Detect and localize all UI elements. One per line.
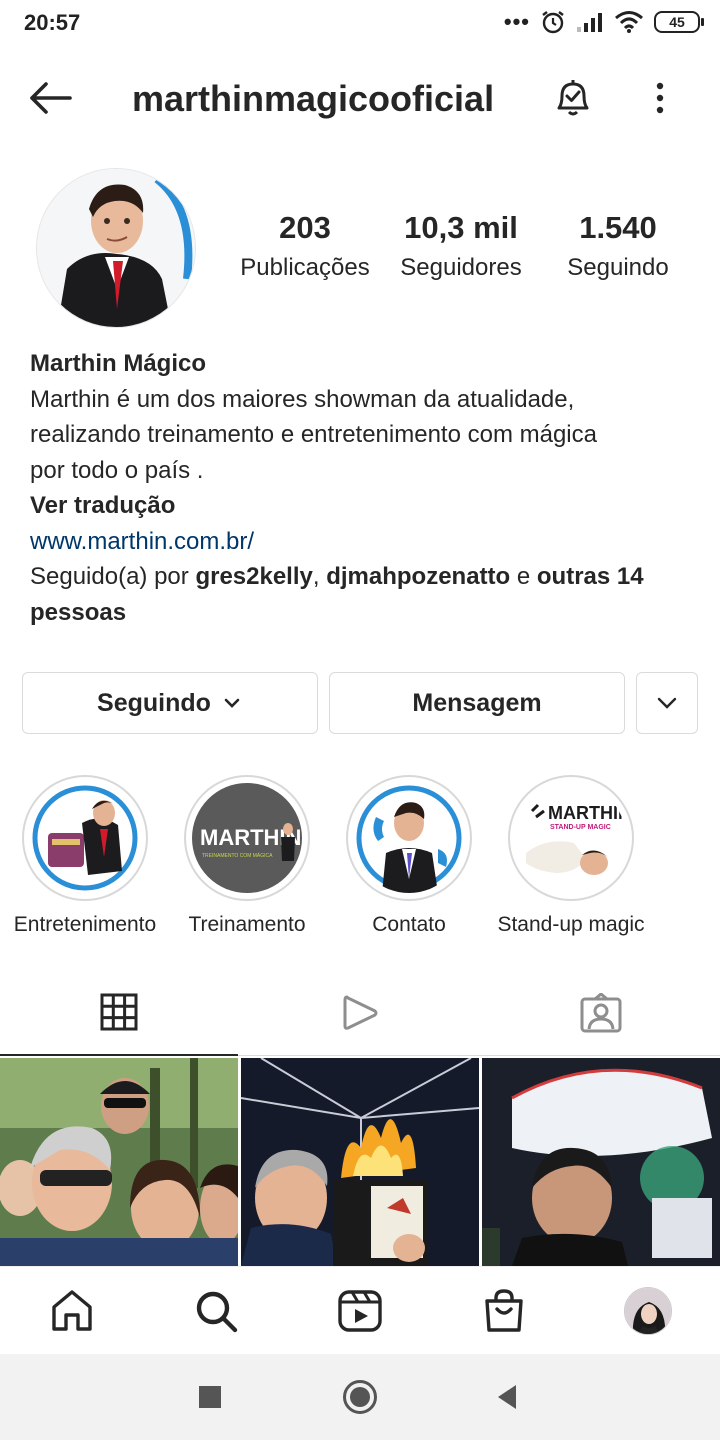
profile-bio: Marthin Mágico Marthin é um dos maiores … [30, 346, 700, 630]
followed-by-others-2: pessoas [30, 598, 127, 626]
bio-line-2: realizando treinamento e entretenimento … [30, 421, 597, 448]
followed-by-comma: , [312, 563, 327, 590]
wifi-icon [615, 11, 643, 33]
message-button-label: Mensagem [412, 688, 542, 717]
profile-avatar-tab[interactable] [624, 1287, 672, 1335]
tab-posts-grid[interactable] [0, 970, 238, 1056]
system-navigation-bar [0, 1354, 720, 1440]
following-button-label: Seguindo [97, 688, 211, 717]
chevron-down-icon [657, 697, 677, 709]
profile-avatar[interactable] [36, 168, 196, 328]
battery-level: 45 [669, 14, 685, 30]
follower-name-1: gres2kelly [195, 563, 313, 590]
notification-bell-icon[interactable] [550, 74, 596, 120]
recent-apps-icon[interactable] [198, 1385, 222, 1409]
highlight-ring [22, 775, 148, 901]
profile-username: marthinmagicooficial [132, 78, 495, 119]
posts-label: Publicações [240, 254, 370, 281]
highlight-caption: Treinamento [188, 913, 306, 936]
highlight-logo-subtext: TREINAMENTO COM MÁGICA [202, 852, 273, 859]
notification-dots-icon: ••• [503, 9, 530, 34]
stat-followers[interactable]: 10,3 mil Seguidores [392, 210, 530, 282]
posts-count: 203 [279, 210, 331, 245]
followed-by-and: e [510, 563, 537, 590]
home-icon[interactable] [48, 1287, 96, 1335]
highlight-caption: Contato [372, 913, 446, 936]
website-link[interactable]: www.marthin.com.br/ [30, 524, 700, 560]
highlight-logo-text: MARTHIN [548, 803, 626, 823]
posts-grid [0, 1058, 720, 1266]
profile-photo [37, 169, 195, 327]
followed-by-others: outras 14 [536, 563, 644, 590]
bio-line-3: por todo o país . [30, 456, 204, 484]
bottom-navigation [0, 1266, 720, 1354]
post-thumbnail[interactable] [241, 1058, 479, 1266]
highlight-standup-magic[interactable]: MARTHIN STAND-UP MAGIC Stand-up magic [486, 775, 656, 937]
see-translation-link[interactable]: Ver tradução [30, 492, 175, 519]
highlight-ring: MARTHIN TREINAMENTO COM MÁGICA [184, 775, 310, 901]
play-icon [343, 995, 378, 1030]
following-count: 1.540 [579, 210, 657, 245]
post-thumbnail[interactable] [0, 1058, 238, 1266]
followed-by-prefix: Seguido(a) por [30, 563, 196, 590]
status-time: 20:57 [24, 10, 81, 35]
highlight-entretenimento[interactable]: Entretenimento [0, 775, 170, 937]
stat-following[interactable]: 1.540 Seguindo [556, 210, 680, 282]
follower-name-2: djmahpozenatto [326, 563, 511, 590]
grid-icon [100, 993, 138, 1031]
highlight-cover [354, 783, 464, 893]
highlight-logo-subtext: STAND-UP MAGIC [550, 824, 611, 831]
avatar [625, 1288, 671, 1334]
reels-icon[interactable] [336, 1287, 384, 1335]
status-icons: ••• 45 [503, 8, 704, 36]
profile-tabs [0, 970, 720, 1056]
battery-indicator: 45 [654, 11, 704, 33]
followed-by[interactable]: Seguido(a) por gres2kelly, djmahpozenatt… [30, 559, 700, 595]
highlight-ring [346, 775, 472, 901]
highlight-cover: MARTHIN STAND-UP MAGIC [516, 783, 626, 893]
following-label: Seguindo [567, 254, 669, 281]
status-bar: 20:57 ••• 45 [0, 0, 720, 44]
tab-tagged[interactable] [482, 970, 720, 1056]
post-thumbnail[interactable] [482, 1058, 720, 1266]
shopping-bag-icon[interactable] [480, 1287, 528, 1335]
message-button[interactable]: Mensagem [329, 672, 625, 734]
followers-label: Seguidores [400, 254, 522, 281]
search-icon[interactable] [192, 1287, 240, 1335]
highlight-cover [30, 783, 140, 893]
bio-line-1: Marthin é um dos maiores showman da atua… [30, 385, 575, 413]
tab-reels[interactable] [241, 970, 479, 1056]
chevron-down-icon [224, 698, 240, 708]
back-triangle-icon[interactable] [496, 1384, 518, 1410]
suggestions-button[interactable] [636, 672, 698, 734]
profile-header: marthinmagicooficial [0, 60, 720, 136]
highlight-caption: Entretenimento [13, 913, 157, 936]
highlight-caption: Stand-up magic [497, 913, 645, 936]
back-arrow-icon[interactable] [26, 76, 74, 120]
profile-display-name: Marthin Mágico [30, 350, 207, 377]
home-circle-icon[interactable] [342, 1379, 378, 1415]
highlight-treinamento[interactable]: MARTHIN TREINAMENTO COM MÁGICA Treinamen… [162, 775, 332, 937]
highlight-cover: MARTHIN TREINAMENTO COM MÁGICA [192, 783, 302, 893]
alarm-icon [542, 11, 564, 34]
more-options-icon[interactable] [645, 76, 675, 120]
highlight-contato[interactable]: Contato [324, 775, 494, 937]
signal-icon [577, 13, 602, 32]
tagged-person-icon [580, 993, 622, 1033]
stat-posts[interactable]: 203 Publicações [232, 210, 378, 282]
following-button[interactable]: Seguindo [22, 672, 318, 734]
followers-count: 10,3 mil [404, 210, 518, 245]
highlight-ring: MARTHIN STAND-UP MAGIC [508, 775, 634, 901]
